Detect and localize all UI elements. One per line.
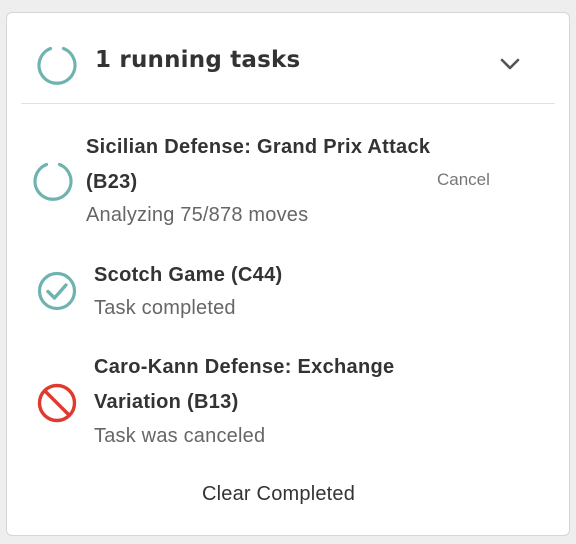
spinner-icon [33, 162, 73, 201]
task-status: Analyzing 75/878 moves [86, 204, 309, 226]
running-tasks-title: 1 running tasks [95, 47, 301, 73]
chevron-down-icon[interactable] [499, 53, 521, 75]
check-circle-icon [37, 271, 77, 311]
prohibited-icon [37, 383, 77, 423]
tasks-panel: 1 running tasks Sicilian Defense: Grand … [6, 12, 570, 536]
spinner-icon [37, 46, 77, 85]
task-title: Sicilian Defense: Grand Prix Attack (B23… [86, 136, 431, 193]
task-title: Caro-Kann Defense: Exchange Variation (B… [94, 356, 395, 413]
task-status: Task was canceled [94, 425, 266, 447]
clear-completed-button[interactable]: Clear Completed [202, 483, 355, 506]
cancel-button[interactable]: Cancel [437, 170, 490, 190]
task-status: Task completed [94, 297, 236, 319]
tasks-header: 1 running tasks [21, 13, 555, 104]
task-title: Scotch Game (C44) [94, 264, 283, 286]
